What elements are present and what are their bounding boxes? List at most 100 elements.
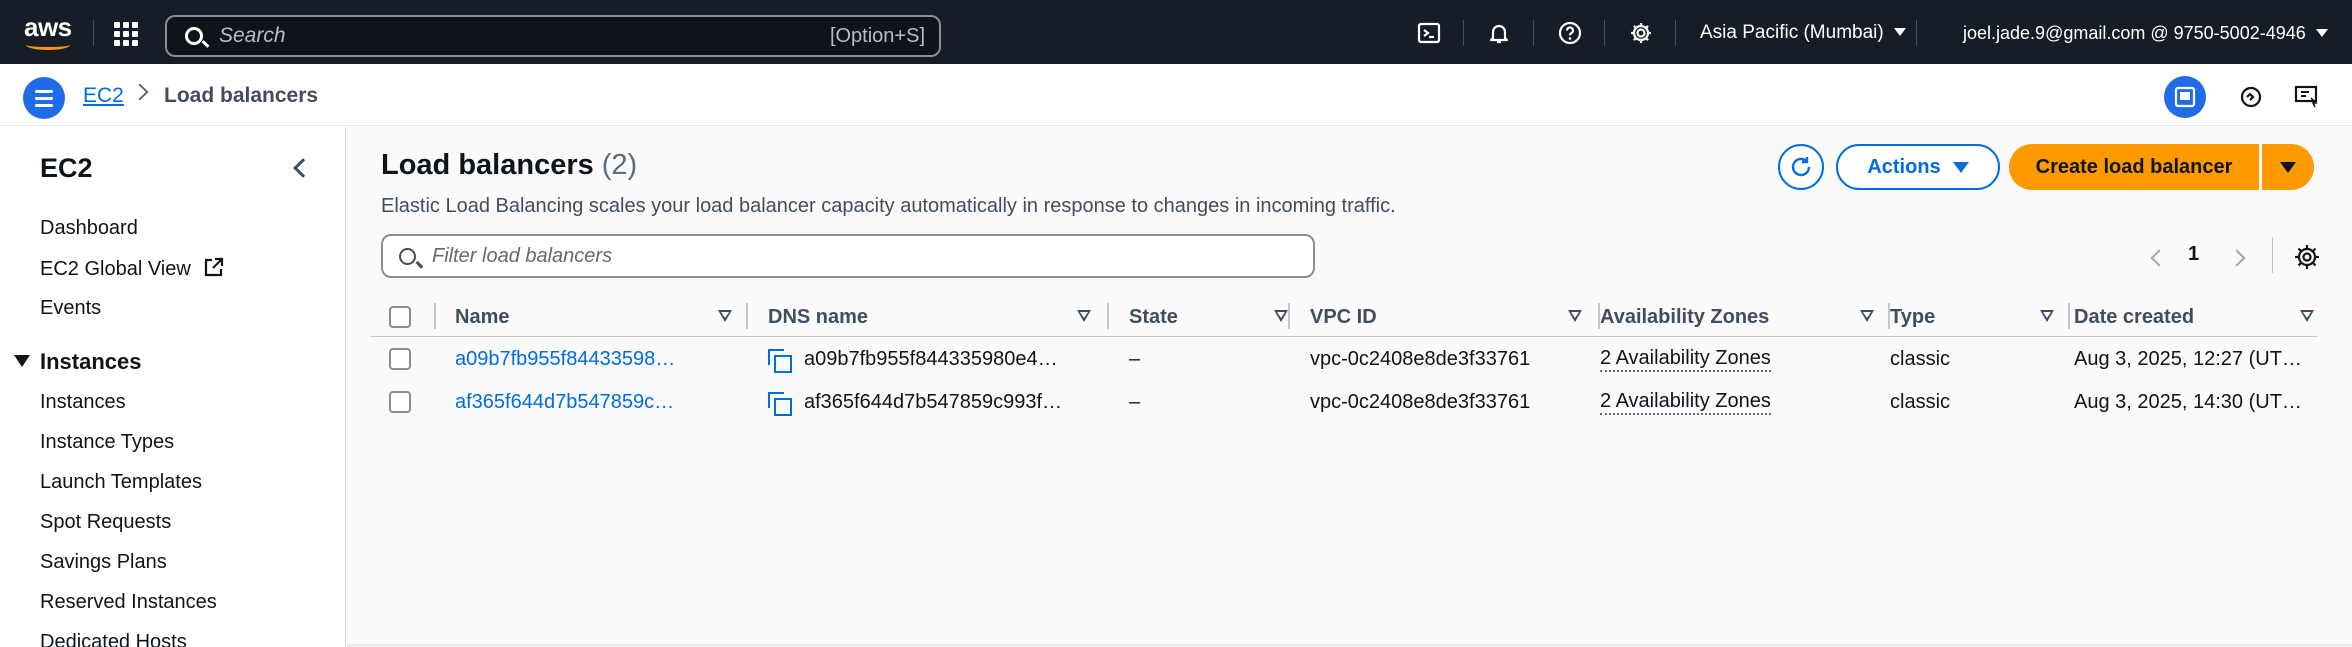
sidebar-item-label: EC2 Global View xyxy=(40,258,191,280)
services-grid-icon[interactable] xyxy=(114,22,138,46)
page-description: Elastic Load Balancing scales your load … xyxy=(381,195,1396,217)
column-header-label: VPC ID xyxy=(1310,305,1377,328)
column-header-label: Name xyxy=(455,305,510,328)
column-header-label: State xyxy=(1129,305,1178,328)
hamburger-menu-button[interactable] xyxy=(23,77,65,119)
nav-divider xyxy=(1675,20,1676,46)
filter-load-balancers[interactable] xyxy=(381,234,1315,278)
copy-icon[interactable] xyxy=(768,348,792,373)
table-row[interactable]: af365f644d7b547859c… af365f644d7b547859c… xyxy=(371,381,2317,424)
column-header-name[interactable]: Name xyxy=(455,297,732,337)
type-cell: classic xyxy=(1890,391,1951,413)
panel-icon xyxy=(2174,86,2196,108)
presentation-icon xyxy=(2294,85,2318,108)
nav-divider xyxy=(1916,20,1917,46)
column-divider xyxy=(1288,303,1290,329)
notifications-panel-toggle[interactable] xyxy=(2230,76,2272,118)
global-search-input[interactable]: Search [Option+S] xyxy=(165,15,941,57)
breadcrumb-ec2-link[interactable]: EC2 xyxy=(83,84,124,108)
refresh-button[interactable] xyxy=(1778,144,1824,190)
type-cell: classic xyxy=(1890,348,1951,370)
region-label: Asia Pacific (Mumbai) xyxy=(1700,22,1884,43)
load-balancer-name-link[interactable]: af365f644d7b547859c… xyxy=(455,381,695,424)
column-header-label: Type xyxy=(1890,305,1936,328)
availability-zones-popover-trigger[interactable]: 2 Availability Zones xyxy=(1600,347,1771,372)
chevron-down-icon xyxy=(1893,28,1906,36)
column-header-date-created[interactable]: Date created xyxy=(2074,297,2314,337)
sidebar-item-global-view[interactable]: EC2 Global View xyxy=(40,257,224,281)
aws-logo-text: aws xyxy=(24,12,72,42)
sidebar-item-reserved-instances[interactable]: Reserved Instances xyxy=(40,591,217,614)
sort-icon[interactable] xyxy=(1077,310,1091,322)
region-selector[interactable]: Asia Pacific (Mumbai) xyxy=(1700,22,1906,44)
column-header-type[interactable]: Type xyxy=(1890,297,2054,337)
aws-logo[interactable]: aws xyxy=(24,14,72,50)
aws-smile-icon xyxy=(26,40,70,50)
row-checkbox[interactable] xyxy=(389,391,411,413)
column-header-state[interactable]: State xyxy=(1129,297,1288,337)
filter-input[interactable] xyxy=(432,244,1292,268)
sidebar-section-instances[interactable]: Instances xyxy=(14,349,142,375)
dns-name-cell: af365f644d7b547859c993f… xyxy=(768,381,1088,424)
sidebar-item-instance-types[interactable]: Instance Types xyxy=(40,431,174,454)
availability-zones-popover-trigger[interactable]: 2 Availability Zones xyxy=(1600,390,1771,415)
column-divider xyxy=(2068,303,2070,329)
info-panel-toggle[interactable] xyxy=(2164,76,2206,118)
create-load-balancer-button[interactable]: Create load balancer xyxy=(2009,144,2259,190)
sidebar-item-events[interactable]: Events xyxy=(40,297,101,320)
table-header: Name DNS name State VPC ID Availability … xyxy=(371,297,2317,337)
breadcrumb-current: Load balancers xyxy=(164,84,319,107)
sidebar-item-spot-requests[interactable]: Spot Requests xyxy=(40,511,171,534)
collapse-sidebar-icon[interactable] xyxy=(293,158,313,178)
help-icon[interactable] xyxy=(1557,20,1583,46)
badge-icon xyxy=(2240,86,2262,108)
search-icon xyxy=(185,27,203,45)
column-header-label: Date created xyxy=(2074,305,2195,328)
sidebar-title: EC2 xyxy=(40,153,93,183)
sort-icon[interactable] xyxy=(2040,310,2054,322)
sidebar-section-label: Instances xyxy=(40,349,142,374)
page-title: Load balancers (2) xyxy=(381,149,637,182)
account-menu[interactable]: joel.jade.9@gmail.com @ 9750-5002-4946 xyxy=(1963,23,2328,44)
sidebar-item-instances[interactable]: Instances xyxy=(40,391,126,414)
row-checkbox[interactable] xyxy=(389,348,411,370)
tutorial-panel-toggle[interactable] xyxy=(2286,76,2328,118)
page-title-text: Load balancers xyxy=(381,149,594,181)
column-header-dns-name[interactable]: DNS name xyxy=(768,297,1091,337)
nav-divider xyxy=(1604,20,1605,46)
gear-icon[interactable] xyxy=(1628,20,1654,46)
dns-name-cell: a09b7fb955f844335980e4… xyxy=(768,338,1088,381)
select-all-checkbox[interactable] xyxy=(389,306,411,328)
sidebar-item-dedicated-hosts[interactable]: Dedicated Hosts xyxy=(40,631,187,647)
vpc-id-cell: vpc-0c2408e8de3f33761 xyxy=(1310,348,1531,370)
cloudshell-icon[interactable] xyxy=(1416,20,1442,46)
availability-zones-cell[interactable]: 2 Availability Zones xyxy=(1600,381,1870,424)
next-page-icon[interactable] xyxy=(2228,249,2246,267)
table-row[interactable]: a09b7fb955f84433598… a09b7fb955f84433598… xyxy=(371,338,2317,381)
column-header-vpc-id[interactable]: VPC ID xyxy=(1310,297,1582,337)
state-cell: – xyxy=(1129,348,1141,370)
bell-icon[interactable] xyxy=(1486,20,1512,46)
sidebar-item-savings-plans[interactable]: Savings Plans xyxy=(40,551,167,574)
main-content: Load balancers (2) Elastic Load Balancing… xyxy=(347,127,2352,647)
sort-icon[interactable] xyxy=(2300,310,2314,322)
sort-icon[interactable] xyxy=(718,310,732,322)
availability-zones-cell[interactable]: 2 Availability Zones xyxy=(1600,338,1870,381)
sidebar-item-launch-templates[interactable]: Launch Templates xyxy=(40,471,202,494)
page-number[interactable]: 1 xyxy=(2188,243,2199,266)
sort-icon[interactable] xyxy=(1274,310,1288,322)
copy-icon[interactable] xyxy=(768,391,792,416)
sidebar-item-dashboard[interactable]: Dashboard xyxy=(40,217,138,240)
column-header-availability-zones[interactable]: Availability Zones xyxy=(1600,297,1874,337)
create-options-dropdown[interactable] xyxy=(2262,144,2314,190)
table-preferences-button[interactable] xyxy=(2294,244,2320,270)
column-divider xyxy=(746,303,748,329)
search-icon xyxy=(399,247,416,265)
actions-dropdown-button[interactable]: Actions xyxy=(1836,144,2000,190)
search-shortcut-hint: [Option+S] xyxy=(829,24,925,47)
sort-icon[interactable] xyxy=(1568,310,1582,322)
sort-icon[interactable] xyxy=(1860,310,1874,322)
state-cell: – xyxy=(1129,391,1141,413)
previous-page-icon[interactable] xyxy=(2150,249,2168,267)
load-balancer-name-link[interactable]: a09b7fb955f84433598… xyxy=(455,338,695,381)
